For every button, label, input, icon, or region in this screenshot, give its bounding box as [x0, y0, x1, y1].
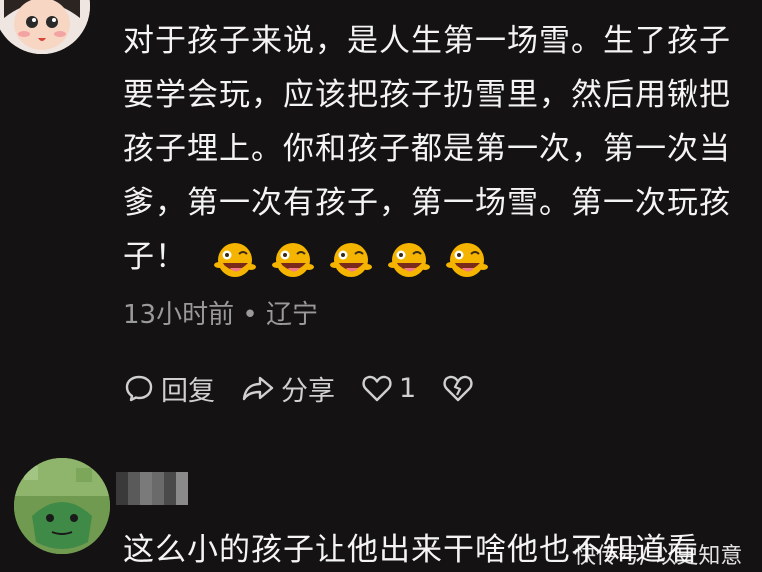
- comment-line-last: 子！: [123, 230, 753, 286]
- zany-face-icon: [329, 243, 372, 277]
- comment-bubble-icon: [125, 375, 153, 402]
- watermark: 快传号/ 以史知意: [574, 544, 743, 569]
- comment-line: 子！: [123, 239, 187, 275]
- reply-button[interactable]: 回复: [123, 369, 215, 408]
- broken-heart-icon: [443, 375, 473, 402]
- blur-pixel: [152, 494, 164, 505]
- comment-actions: 回复 分享 1: [123, 366, 506, 410]
- zany-face-icon: [271, 243, 314, 277]
- frog-avatar-icon: [14, 458, 110, 554]
- blur-pixel: [152, 483, 164, 494]
- blur-pixel: [176, 494, 188, 505]
- like-button[interactable]: 1: [361, 373, 416, 404]
- comment-line: 孩子埋上。你和孩子都是第一次，第一次当: [123, 131, 731, 167]
- blur-pixel: [116, 494, 128, 505]
- zany-face-icon: [387, 243, 430, 277]
- heart-icon: [362, 375, 392, 402]
- reply-username-blurred: [116, 472, 188, 506]
- blur-pixel: [176, 472, 188, 483]
- blur-pixel: [140, 472, 152, 483]
- reply-label: 回复: [161, 375, 215, 407]
- comment-line: 要学会玩，应该把孩子扔雪里，然后用锹把: [123, 77, 731, 113]
- dislike-button[interactable]: [442, 373, 480, 403]
- blur-pixel: [164, 483, 176, 494]
- blur-pixel: [164, 494, 176, 505]
- blur-pixel: [116, 483, 128, 494]
- blur-pixel: [128, 494, 140, 505]
- comment-line: 对于孩子来说，是人生第一场雪。生了孩子: [123, 23, 731, 59]
- commenter-avatar[interactable]: [0, 0, 90, 54]
- zany-face-icon: [445, 243, 488, 277]
- share-button[interactable]: 分享: [241, 369, 335, 408]
- blur-pixel: [140, 483, 152, 494]
- blur-pixel: [116, 472, 128, 483]
- share-arrow-icon: [242, 376, 274, 401]
- blur-pixel: [140, 494, 152, 505]
- zany-face-icon: [213, 243, 256, 277]
- blur-pixel: [164, 472, 176, 483]
- blur-pixel: [128, 472, 140, 483]
- reply-avatar[interactable]: [14, 458, 110, 554]
- like-count: 1: [399, 372, 417, 404]
- blur-pixel: [176, 483, 188, 494]
- comment-line: 爹，第一次有孩子，第一场雪。第一次玩孩: [123, 185, 731, 221]
- blur-pixel: [128, 483, 140, 494]
- blur-pixel: [152, 472, 164, 483]
- comment-text: 对于孩子来说，是人生第一场雪。生了孩子 要学会玩，应该把孩子扔雪里，然后用锹把 …: [123, 14, 753, 286]
- share-label: 分享: [281, 375, 335, 407]
- comment-meta: 13小时前 • 辽宁: [123, 300, 318, 330]
- emoji-row: [212, 232, 502, 286]
- avatar-illustration-icon: [0, 0, 90, 54]
